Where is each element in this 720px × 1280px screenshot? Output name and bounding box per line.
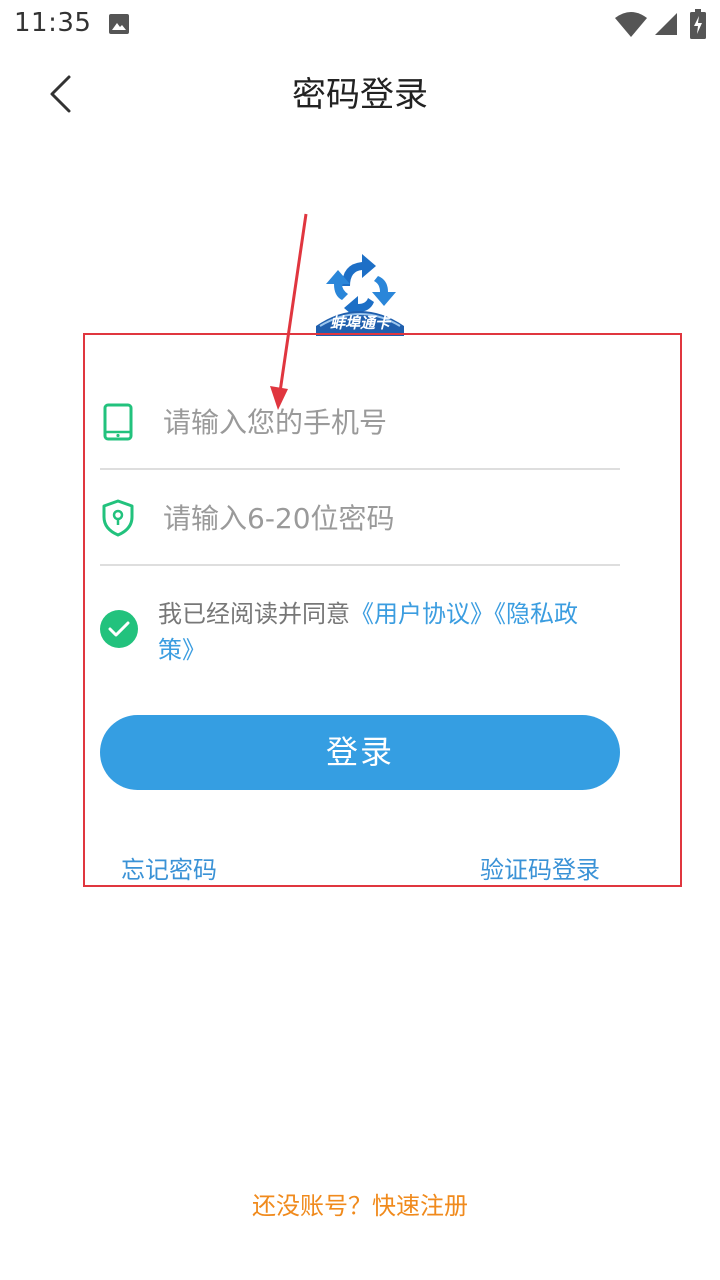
- user-agreement-link[interactable]: 《用户协议》: [350, 600, 494, 628]
- status-time: 11:35: [14, 8, 92, 38]
- page-title: 密码登录: [292, 75, 428, 115]
- phone-icon: [100, 402, 136, 442]
- wifi-icon: [615, 12, 647, 37]
- phone-field-row: [100, 374, 620, 470]
- phone-input[interactable]: [163, 405, 603, 439]
- register-link: 还没账号？快速注册: [0, 1186, 720, 1221]
- login-button[interactable]: 登录: [100, 715, 620, 790]
- logo-text: 蚌埠通卡: [329, 314, 390, 332]
- agreement-text: 我已经阅读并同意《用户协议》《隐私政策》: [158, 596, 608, 668]
- shield-lock-icon: [100, 498, 136, 538]
- battery-charging-icon: [690, 9, 706, 39]
- cell-signal-icon: [655, 13, 677, 35]
- forgot-password-link[interactable]: 忘记密码: [121, 850, 217, 885]
- app-logo: 蚌埠通卡: [312, 246, 408, 338]
- agreement-checkbox[interactable]: [100, 610, 138, 648]
- checkmark-icon: [108, 621, 130, 637]
- register-text[interactable]: 还没账号？快速注册: [252, 1192, 468, 1220]
- password-divider: [100, 564, 620, 566]
- agreement-prefix: 我已经阅读并同意: [158, 600, 350, 628]
- gallery-notification-icon: [109, 14, 129, 34]
- password-field-row: [100, 470, 620, 566]
- sms-login-link[interactable]: 验证码登录: [480, 850, 600, 885]
- status-bar: 11:35: [0, 0, 720, 50]
- password-input[interactable]: [163, 501, 603, 535]
